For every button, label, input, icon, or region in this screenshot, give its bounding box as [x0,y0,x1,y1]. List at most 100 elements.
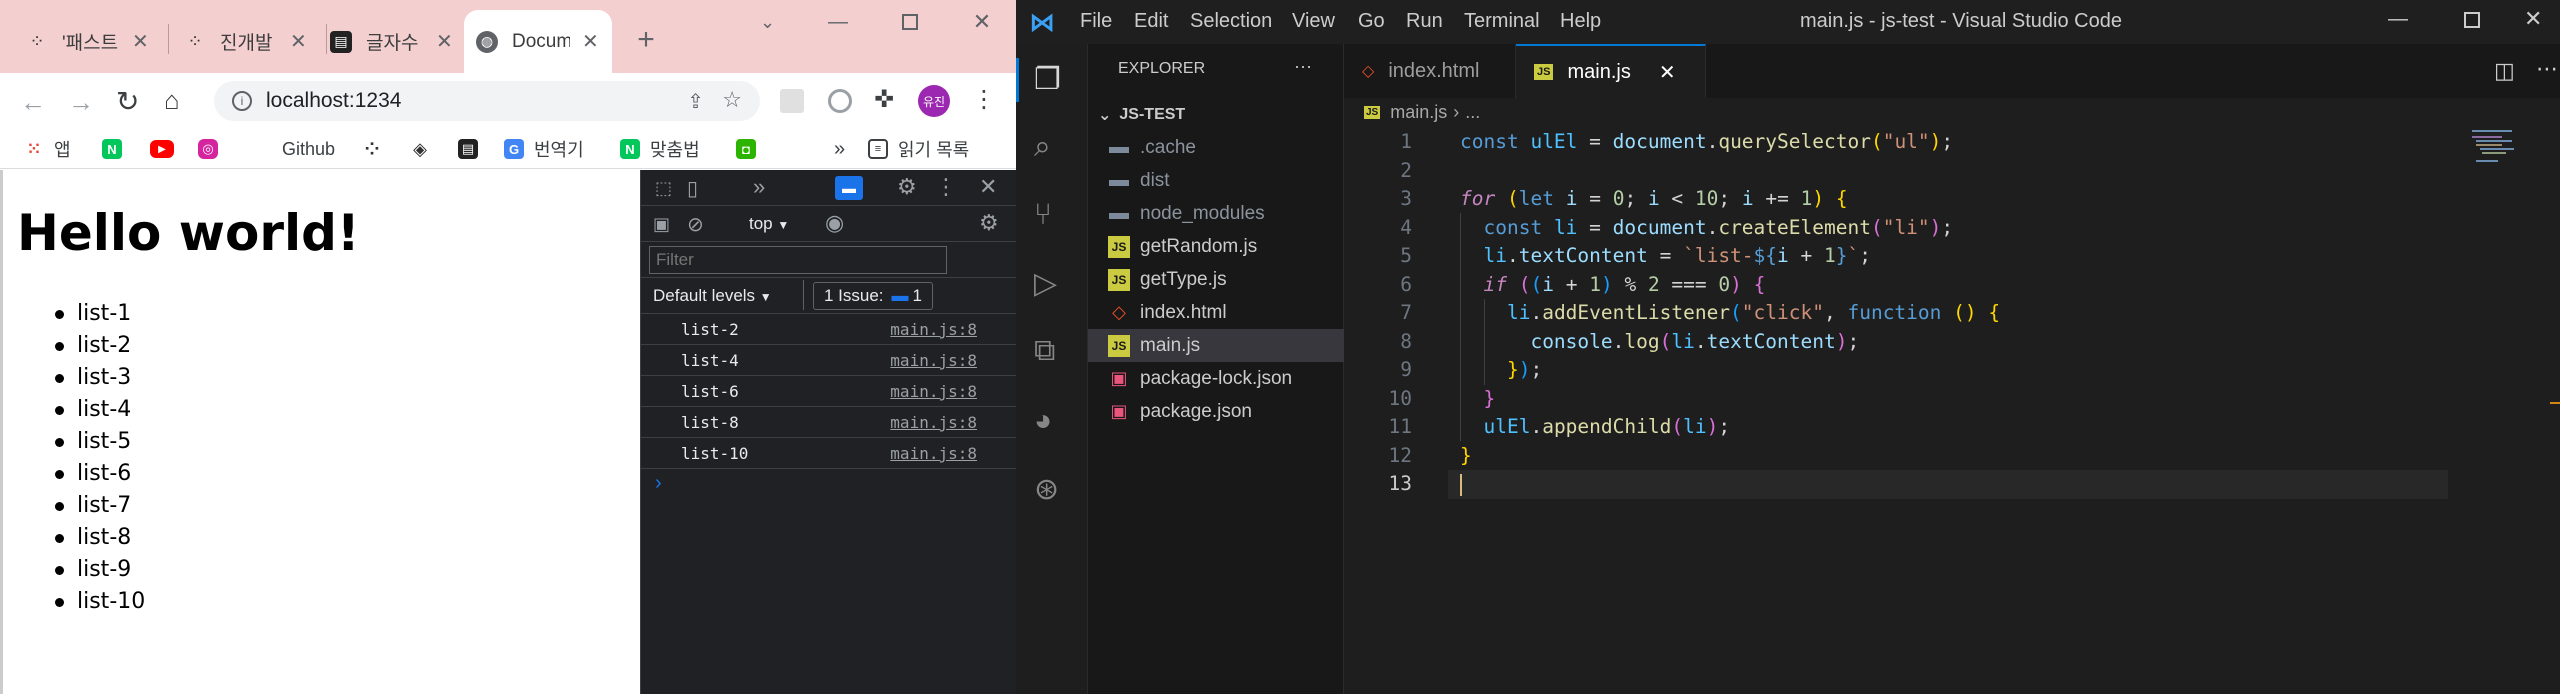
kebab-menu-icon[interactable]: ⋮ [972,85,996,114]
device-toolbar-icon[interactable]: ▯ [687,176,698,201]
more-tabs-icon[interactable]: » [753,174,765,200]
levels-select[interactable]: Default levels ▼ [653,286,772,306]
close-icon[interactable]: ✕ [132,29,149,54]
issues-button[interactable]: 1 Issue: ▬ 1 [813,282,934,310]
address-bar[interactable]: i localhost:1234 ⇪ ☆ [214,81,760,121]
list-item[interactable]: list-5 [54,426,145,458]
log-source-link[interactable]: main.js:8 [890,382,977,401]
tab-main-js[interactable]: JS main.js ✕ [1516,44,1706,98]
bookmark-naver[interactable]: N [102,135,132,163]
bookmark-instagram[interactable]: ◎ [198,135,228,163]
run-debug-icon[interactable]: ▷ [1034,266,1057,301]
extensions-icon[interactable]: ⧉ [1034,334,1055,368]
source-control-icon[interactable]: ⑂ [1034,198,1052,232]
extension-icon[interactable] [828,89,852,113]
menu-go[interactable]: Go [1358,10,1385,33]
menu-file[interactable]: File [1080,10,1112,33]
close-icon[interactable]: ✕ [436,29,453,54]
inspect-icon[interactable]: ⬚ [655,178,672,199]
tab-1[interactable]: ⁘ '패스트 ✕ [14,10,162,73]
minimize-button[interactable]: — [2388,8,2408,31]
bookmark-apps[interactable]: ⁙ 앱 [24,135,70,163]
log-source-link[interactable]: main.js:8 [890,351,977,370]
menu-selection[interactable]: Selection [1190,10,1272,33]
close-window-button[interactable]: ✕ [964,9,1000,34]
new-tab-button[interactable]: + [628,22,664,58]
context-select[interactable]: top ▼ [749,214,789,234]
log-source-link[interactable]: main.js:8 [890,320,977,339]
list-item[interactable]: list-8 [54,522,145,554]
clear-console-icon[interactable]: ⊘ [687,212,704,237]
menu-run[interactable]: Run [1406,10,1443,33]
tab-2[interactable]: ⁘ 진개발 ✕ [172,10,320,73]
chevron-down-icon[interactable]: ⌄ [760,12,775,33]
eye-icon[interactable]: ◉ [825,210,844,236]
reading-list[interactable]: ≡ 읽기 목록 [868,135,969,163]
info-icon[interactable]: i [232,91,252,111]
menu-edit[interactable]: Edit [1134,10,1168,33]
list-item[interactable]: list-10 [54,586,145,618]
forward-button[interactable]: → [68,87,94,118]
breadcrumb-file[interactable]: main.js [1390,102,1447,123]
project-folder[interactable]: ⌄ JS-TEST [1088,98,1344,131]
share-icon[interactable]: ⇪ [687,89,704,114]
close-icon[interactable]: ✕ [290,29,307,54]
bookmark-youtube[interactable]: ▶ [150,135,184,163]
bookmarks-overflow[interactable]: » [834,135,845,163]
bookmark-codepen[interactable]: ◈ [410,135,440,163]
tree-item[interactable]: ◇ index.html [1088,296,1344,329]
filter-input[interactable] [649,246,947,274]
bookmark-translator[interactable]: G 번역기 [504,135,584,163]
github-icon[interactable]: ◕ [1034,404,1052,438]
reload-button[interactable]: ↻ [116,85,139,118]
close-icon[interactable]: ✕ [582,29,599,54]
menu-help[interactable]: Help [1560,10,1601,33]
sidebar-toggle-icon[interactable]: ▣ [653,214,670,235]
back-button[interactable]: ← [20,87,46,118]
bookmark-spellcheck[interactable]: N 맞춤법 [620,135,700,163]
tab-index-html[interactable]: ◇ index.html [1344,44,1516,98]
more-actions-icon[interactable]: ··· [1294,56,1312,77]
tab-3[interactable]: ▤ 글자수 ✕ [318,10,466,73]
tree-item[interactable]: ▣ package.json [1088,395,1344,428]
menu-terminal[interactable]: Terminal [1464,10,1540,33]
list-item[interactable]: list-1 [54,298,145,330]
list-item[interactable]: list-9 [54,554,145,586]
git-graph-icon[interactable]: ⊛ [1034,472,1059,507]
maximize-button[interactable] [892,10,928,34]
bookmark-bag[interactable]: ◘ [736,135,766,163]
bookmark-document[interactable]: ▤ [458,135,488,163]
list-item[interactable]: list-6 [54,458,145,490]
star-icon[interactable]: ☆ [722,87,742,113]
tree-item[interactable]: ▣ package-lock.json [1088,362,1344,395]
maximize-button[interactable] [2462,10,2482,30]
menu-view[interactable]: View [1292,10,1335,33]
list-item[interactable]: list-7 [54,490,145,522]
close-window-button[interactable]: ✕ [2524,6,2542,32]
tree-item[interactable]: JS getRandom.js [1088,230,1344,263]
list-item[interactable]: list-3 [54,362,145,394]
more-actions-icon[interactable]: ⋯ [2536,56,2558,82]
kebab-menu-icon[interactable]: ⋮ [935,174,957,200]
tree-item[interactable]: JS getType.js [1088,263,1344,296]
tree-item[interactable]: ▬ dist [1088,164,1344,197]
tree-item[interactable]: ▬ node_modules [1088,197,1344,230]
list-item[interactable]: list-4 [54,394,145,426]
code-editor[interactable]: 1 2 3 4 5 6 7 8 9 10 11 12 13 const ulEl… [1344,128,2560,694]
console-prompt[interactable]: › [655,472,662,495]
avatar[interactable]: 유진 [918,85,950,117]
bookmark-github[interactable]: Github [282,135,335,163]
log-source-link[interactable]: main.js:8 [890,413,977,432]
close-icon[interactable]: ✕ [979,174,997,200]
extension-icon[interactable] [780,89,804,113]
puzzle-icon[interactable]: ✜ [874,85,894,114]
close-icon[interactable]: ✕ [1659,60,1676,85]
tab-4-active[interactable]: ◍ Docum ✕ [464,10,612,73]
search-icon[interactable]: ⌕ [1034,130,1051,164]
minimize-button[interactable]: — [820,10,856,34]
tree-item[interactable]: ▬ .cache [1088,131,1344,164]
list-item[interactable]: list-2 [54,330,145,362]
gear-icon[interactable]: ⚙ [897,174,917,200]
explorer-files-icon[interactable]: ❐ [1034,62,1061,97]
messages-icon[interactable]: ▬ [835,176,863,200]
